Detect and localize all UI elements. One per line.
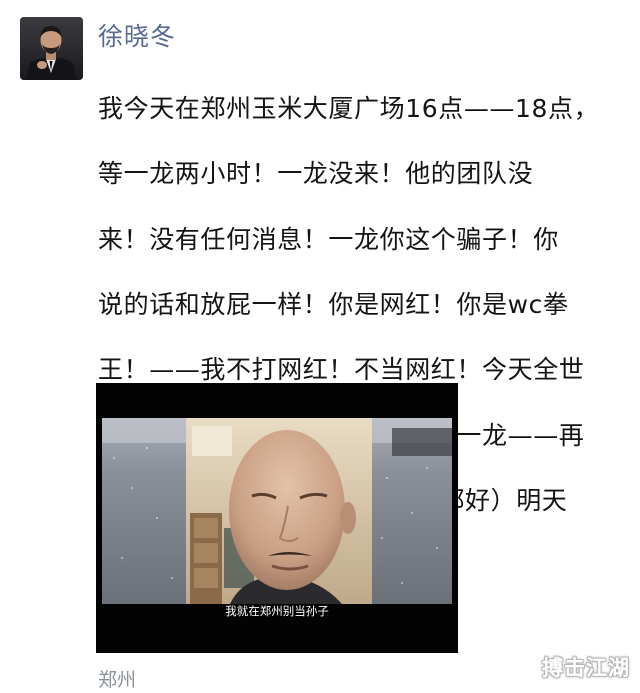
avatar[interactable] (20, 17, 83, 80)
author-name[interactable]: 徐晓冬 (98, 20, 176, 54)
watermark: 搏击江湖 (542, 656, 630, 680)
video-subtitle: 我就在郑州别当孙子 (225, 604, 329, 618)
post-text-line: 我今天在郑州玉米大厦广场16点——18点， (98, 93, 600, 123)
post-text-line: 等一龙两小时！一龙没来！他的团队没 (98, 159, 534, 189)
location-label[interactable]: 郑州 (98, 668, 136, 692)
video-thumbnail[interactable]: 我就在郑州别当孙子 (96, 383, 458, 653)
video-still (102, 418, 452, 604)
avatar-photo (20, 17, 83, 80)
post-text-line: 来！没有任何消息！一龙你这个骗子！你 (98, 224, 559, 254)
video-frame (102, 418, 452, 604)
post-text-line: 说的话和放屁一样！你是网红！你是wc拳 (98, 289, 569, 319)
moments-post: 徐晓冬 我今天在郑州玉米大厦广场16点——18点， 等一龙两小时！一龙没来！他的… (0, 0, 640, 693)
